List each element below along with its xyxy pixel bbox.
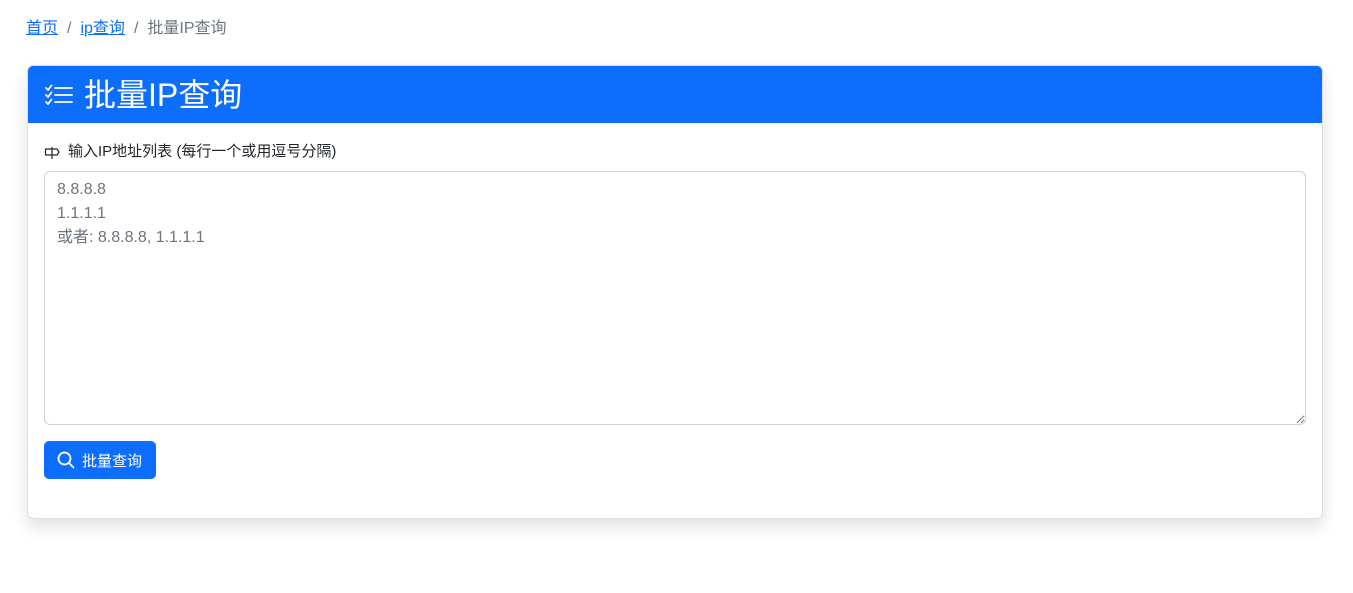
ip-list-textarea[interactable] — [44, 171, 1306, 425]
signpost-icon — [44, 145, 60, 159]
list-check-icon — [44, 83, 74, 107]
breadcrumb-current: 批量IP查询 — [147, 20, 227, 37]
card-header: 批量IP查询 — [28, 66, 1322, 123]
ip-list-label: 输入IP地址列表 (每行一个或用逗号分隔) — [44, 141, 1306, 163]
ip-list-label-text: 输入IP地址列表 (每行一个或用逗号分隔) — [68, 143, 337, 160]
search-icon — [57, 451, 75, 469]
breadcrumb-home-link[interactable]: 首页 — [26, 18, 58, 40]
breadcrumb-separator: / — [133, 20, 139, 37]
breadcrumb-ip-query-link[interactable]: ip查询 — [80, 18, 124, 40]
card-title: 批量IP查询 — [84, 76, 243, 113]
breadcrumb-separator: / — [67, 20, 72, 37]
batch-query-button-label: 批量查询 — [82, 452, 143, 470]
breadcrumb: 首页 / ip查询 / 批量IP查询 — [26, 18, 227, 40]
batch-query-card: 批量IP查询 输入IP地址列表 (每行一个或用逗号分隔) 批量查询 — [27, 65, 1323, 519]
card-body: 输入IP地址列表 (每行一个或用逗号分隔) 批量查询 — [28, 123, 1322, 495]
batch-query-button[interactable]: 批量查询 — [44, 441, 157, 479]
